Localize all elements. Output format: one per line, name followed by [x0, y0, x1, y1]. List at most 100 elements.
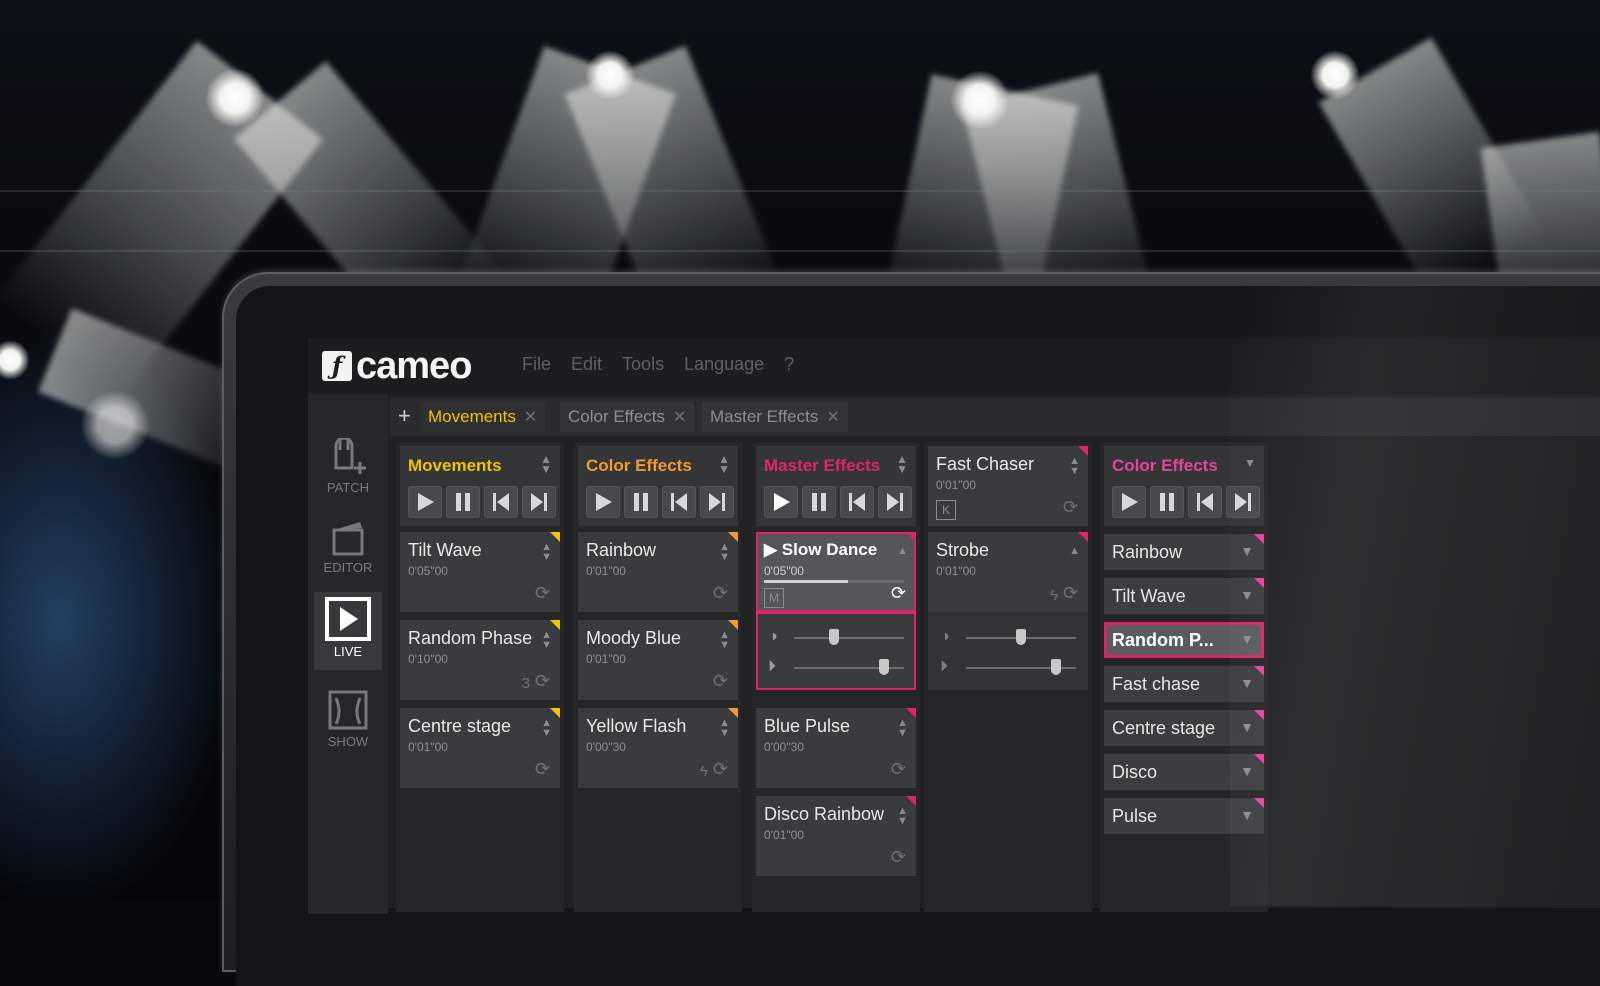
- speed-slider[interactable]: ⏵: [766, 658, 906, 678]
- sort-arrows-icon[interactable]: ▲ ▼: [718, 453, 730, 475]
- slider-handle[interactable]: [879, 659, 889, 675]
- loop-icon[interactable]: ⟳: [1063, 497, 1078, 518]
- play-button[interactable]: [408, 486, 442, 518]
- sort-arrows-icon[interactable]: ▲ ▼: [719, 718, 730, 739]
- cue-tile[interactable]: Moody Blue 0'01"00 ▲ ▼ ⟳: [578, 620, 738, 700]
- cue-tile[interactable]: Random Phase 0'10"00 ▲ ▼ 3 ⟳: [400, 620, 560, 700]
- sort-arrows-icon[interactable]: ▲ ▼: [719, 542, 730, 563]
- sort-arrows-icon[interactable]: ▲ ▼: [719, 630, 730, 651]
- loop-icon[interactable]: ⟳: [713, 583, 728, 604]
- next-button[interactable]: [700, 486, 734, 518]
- list-item-active[interactable]: Random P... ▼: [1104, 622, 1264, 658]
- chevron-down-icon[interactable]: ▼: [1240, 675, 1254, 691]
- sidebar-item-patch[interactable]: PATCH: [314, 434, 382, 504]
- play-button[interactable]: [1112, 486, 1146, 518]
- list-item[interactable]: Pulse ▼: [1104, 798, 1264, 834]
- slider-handle[interactable]: [1051, 659, 1061, 675]
- previous-button[interactable]: [1188, 486, 1222, 518]
- sort-arrows-icon[interactable]: ▲ ▼: [897, 718, 908, 739]
- list-item[interactable]: Tilt Wave ▼: [1104, 578, 1264, 614]
- loop-icon[interactable]: ⟳: [713, 671, 728, 692]
- chevron-down-icon[interactable]: ▼: [1240, 587, 1254, 603]
- loop-icon[interactable]: ⟳: [535, 759, 550, 780]
- pause-button[interactable]: [802, 486, 836, 518]
- previous-button[interactable]: [662, 486, 696, 518]
- cue-name: Random Phase: [408, 628, 533, 648]
- flash-icon[interactable]: ϟ: [1050, 587, 1058, 604]
- cue-tile[interactable]: Strobe 0'01"00 ▲ ϟ ⟳: [928, 532, 1088, 612]
- loop-icon[interactable]: ⟳: [535, 583, 550, 604]
- sort-arrows-icon[interactable]: ▲ ▼: [540, 453, 552, 475]
- cue-tile[interactable]: Blue Pulse 0'00"30 ▲ ▼ ⟳: [756, 708, 916, 788]
- next-button[interactable]: [1226, 486, 1260, 518]
- speed-slider[interactable]: ⏵: [938, 658, 1078, 678]
- list-item[interactable]: Fast chase ▼: [1104, 666, 1264, 702]
- sort-arrows-icon[interactable]: ▲ ▼: [897, 806, 908, 827]
- sidebar-item-show[interactable]: SHOW: [314, 684, 382, 754]
- sort-arrows-icon[interactable]: ▲ ▼: [541, 542, 552, 563]
- menu-edit[interactable]: Edit: [571, 354, 602, 375]
- sidebar-item-editor[interactable]: EDITOR: [314, 514, 382, 584]
- close-icon[interactable]: ✕: [826, 407, 839, 427]
- spotlight: [585, 50, 635, 100]
- dimmer-slider[interactable]: ◑: [938, 628, 1078, 648]
- cue-tile[interactable]: Yellow Flash 0'00"30 ▲ ▼ ϟ ⟳: [578, 708, 738, 788]
- list-item[interactable]: Disco ▼: [1104, 754, 1264, 790]
- list-item[interactable]: Rainbow ▼: [1104, 534, 1264, 570]
- pause-button[interactable]: [446, 486, 480, 518]
- sidebar-item-live[interactable]: LIVE: [314, 592, 382, 670]
- slider-handle[interactable]: [829, 629, 839, 645]
- menu-help[interactable]: ?: [784, 354, 794, 375]
- chevron-down-icon[interactable]: ▼: [1240, 763, 1254, 779]
- flash-icon[interactable]: ϟ: [700, 763, 708, 780]
- loop-icon[interactable]: ⟳: [535, 671, 550, 692]
- dimmer-slider[interactable]: ◑: [766, 628, 906, 648]
- chevron-down-icon[interactable]: ▼: [1244, 457, 1256, 469]
- menu-tools[interactable]: Tools: [622, 354, 664, 375]
- menu-language[interactable]: Language: [684, 354, 764, 375]
- next-button[interactable]: [522, 486, 556, 518]
- menu-file[interactable]: File: [522, 354, 551, 375]
- loop-active-icon[interactable]: ⟳: [891, 583, 906, 604]
- loop-icon[interactable]: ⟳: [1063, 583, 1078, 604]
- loop-icon[interactable]: ⟳: [891, 759, 906, 780]
- cue-tile[interactable]: Disco Rainbow 0'01"00 ▲ ▼ ⟳: [756, 796, 916, 876]
- cue-tile[interactable]: Centre stage 0'01"00 ▲ ▼ ⟳: [400, 708, 560, 788]
- list-item[interactable]: Centre stage ▼: [1104, 710, 1264, 746]
- chevron-down-icon[interactable]: ▼: [1240, 807, 1254, 823]
- next-button[interactable]: [878, 486, 912, 518]
- menu-bar: ƒ cameo File Edit Tools Language ?: [308, 338, 1600, 394]
- chevron-down-icon[interactable]: ▼: [1240, 719, 1254, 735]
- sort-arrows-icon[interactable]: ▲ ▼: [541, 630, 552, 651]
- close-icon[interactable]: ✕: [524, 407, 537, 427]
- previous-button[interactable]: [840, 486, 874, 518]
- pause-button[interactable]: [1150, 486, 1184, 518]
- loop-icon[interactable]: ⟳: [891, 847, 906, 868]
- tab-color-effects[interactable]: Color Effects ✕: [560, 402, 695, 432]
- previous-button[interactable]: [484, 486, 518, 518]
- master-badge[interactable]: M: [764, 588, 784, 608]
- sort-arrows-icon[interactable]: ▲ ▼: [1069, 456, 1080, 477]
- list-item-label: Random P...: [1112, 630, 1214, 650]
- collapse-arrow-icon[interactable]: ▲: [1069, 546, 1080, 557]
- sort-arrows-icon[interactable]: ▲ ▼: [541, 718, 552, 739]
- chaser-badge[interactable]: K: [936, 500, 956, 520]
- close-icon[interactable]: ✕: [673, 407, 686, 427]
- sort-arrows-icon[interactable]: ▲ ▼: [896, 453, 908, 475]
- cue-tile[interactable]: Rainbow 0'01"00 ▲ ▼ ⟳: [578, 532, 738, 612]
- play-button[interactable]: [764, 486, 798, 518]
- play-button[interactable]: [586, 486, 620, 518]
- loop-icon[interactable]: ⟳: [713, 759, 728, 780]
- chevron-down-icon[interactable]: ▼: [1240, 631, 1254, 647]
- chevron-down-icon[interactable]: ▼: [1240, 543, 1254, 559]
- slider-handle[interactable]: [1016, 629, 1026, 645]
- cue-tile[interactable]: Tilt Wave 0'05"00 ▲ ▼ ⟳: [400, 532, 560, 612]
- cue-name: Disco Rainbow: [764, 804, 885, 824]
- list-item-label: Fast chase: [1112, 674, 1201, 694]
- collapse-arrow-icon[interactable]: ▲: [897, 546, 908, 557]
- tab-movements[interactable]: Movements ✕: [420, 402, 546, 432]
- pause-button[interactable]: [624, 486, 658, 518]
- tab-master-effects[interactable]: Master Effects ✕: [702, 402, 848, 432]
- add-tab-button[interactable]: +: [398, 404, 411, 428]
- active-cue-tile[interactable]: ▶ Slow Dance 0'05"00 ▲ M ⟳: [756, 532, 916, 612]
